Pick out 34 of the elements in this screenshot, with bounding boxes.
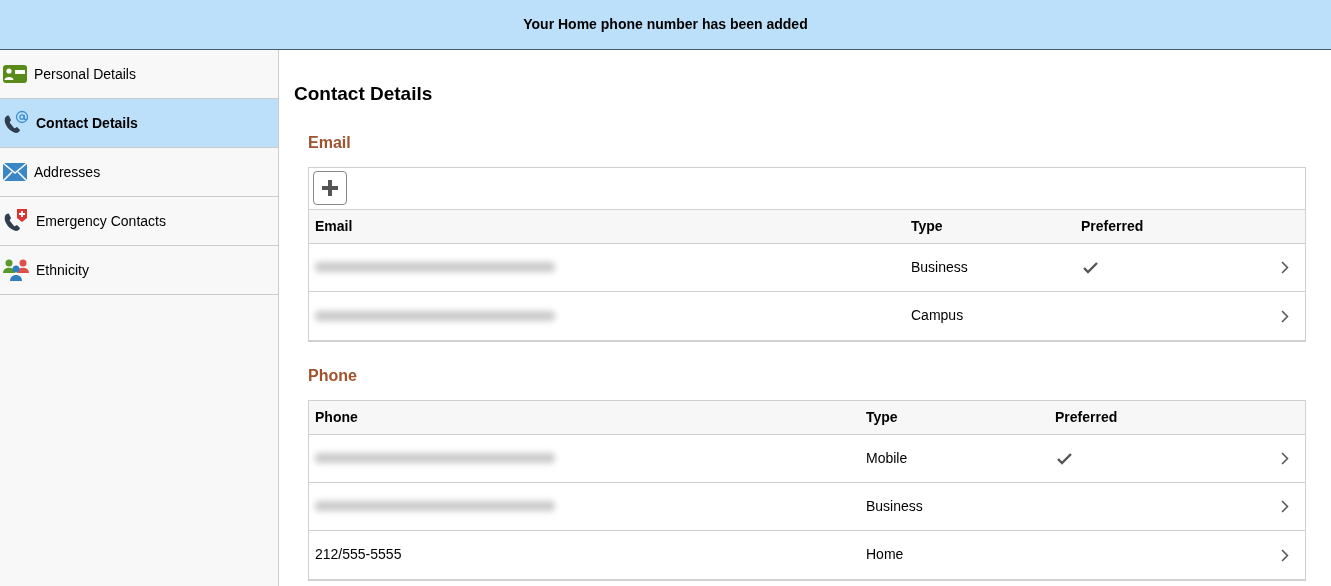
table-row[interactable]: Business xyxy=(309,243,1305,292)
table-cell-text: Campus xyxy=(910,306,965,325)
table-row[interactable]: Campus xyxy=(309,291,1305,340)
people-icon xyxy=(2,258,30,282)
table-row[interactable]: 212/555-5555 Home xyxy=(309,530,1305,579)
sidebar-item[interactable]: Emergency Contacts xyxy=(0,197,278,246)
column-header: Phone xyxy=(314,407,359,427)
section-title: Email xyxy=(308,132,352,153)
table-cell-text: Business xyxy=(865,496,924,516)
section-title: Phone xyxy=(308,365,358,386)
chevron-right-icon xyxy=(1281,309,1289,323)
table-cell-text: Business xyxy=(910,257,969,277)
column-header: Type xyxy=(865,407,899,427)
plus-icon xyxy=(321,178,339,197)
chevron-right-icon xyxy=(1281,452,1289,466)
column-header: Preferred xyxy=(1080,216,1145,236)
sidebar-item[interactable]: Ethnicity xyxy=(0,246,278,295)
column-header: Email xyxy=(314,216,354,236)
column-header: Preferred xyxy=(1054,407,1119,427)
page-title: Contact Details xyxy=(294,82,434,106)
column-header: Type xyxy=(910,216,944,236)
table-cell-text: Home xyxy=(865,545,905,564)
table-row[interactable]: Mobile xyxy=(309,434,1305,483)
chevron-right-icon xyxy=(1281,548,1289,562)
add-button[interactable] xyxy=(313,170,347,205)
table-cell-text: 212/555-5555 xyxy=(314,545,403,564)
chevron-right-icon xyxy=(1281,500,1289,514)
phone-at-icon xyxy=(2,110,30,136)
sidebar-item[interactable]: Contact Details xyxy=(0,99,278,148)
status-message: Your Home phone number has been added xyxy=(523,15,808,34)
table-row[interactable]: Business xyxy=(309,482,1305,531)
chevron-right-icon xyxy=(1281,261,1289,275)
sidebar-item[interactable]: Addresses xyxy=(0,148,278,197)
table-cell-text: Mobile xyxy=(865,448,909,468)
